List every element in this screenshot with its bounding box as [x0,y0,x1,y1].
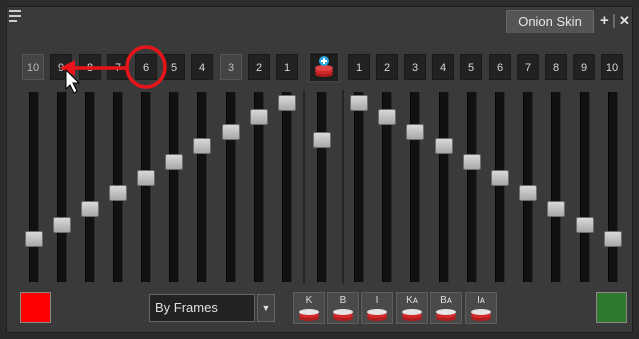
previous-opacity-slider-7-knob[interactable] [193,138,211,155]
onion-layers-icon [333,309,353,321]
slider-divider-left [303,90,305,284]
next-opacity-slider-5-knob[interactable] [463,154,481,171]
onion-skin-tab[interactable]: Onion Skin [506,10,594,33]
current-opacity-slider-knob[interactable] [313,131,331,148]
next-frame-button[interactable]: 1 [348,54,370,80]
next-frame-button[interactable]: 5 [460,54,482,80]
next-opacity-slider-1-knob[interactable] [350,95,368,111]
next-opacity-slider-7-knob[interactable] [519,184,537,201]
current-opacity-slider-track[interactable] [317,92,327,282]
next-opacity-slider-4-knob[interactable] [435,138,453,155]
previous-opacity-slider-5-knob[interactable] [137,170,155,187]
next-opacity-slider-8-knob[interactable] [547,200,565,217]
onion-layers-icon [436,309,456,321]
onion-mode-dropdown[interactable]: By Frames [149,294,255,322]
next-opacity-slider-3-knob[interactable] [406,123,424,140]
next-frame-button[interactable]: 3 [404,54,426,80]
next-frame-button[interactable]: 6 [489,54,511,80]
current-frame-onion-button[interactable] [309,52,339,82]
onion-type-button[interactable]: Kᴀ [396,292,428,324]
onion-type-button[interactable]: Bᴀ [430,292,462,324]
next-frame-button[interactable]: 7 [517,54,539,80]
next-opacity-slider-9-track[interactable] [580,92,590,282]
previous-opacity-slider-3-knob[interactable] [81,200,99,217]
previous-frame-button[interactable]: 1 [276,54,298,80]
previous-opacity-slider-7-track[interactable] [197,92,207,282]
previous-frames-color-swatch[interactable] [20,292,51,323]
previous-opacity-slider-8-track[interactable] [226,92,236,282]
next-opacity-slider-6-track[interactable] [495,92,505,282]
chevron-down-icon[interactable]: ▼ [257,294,275,322]
onion-layers-icon [367,309,387,321]
previous-frame-button[interactable]: 2 [248,54,270,80]
previous-frame-button[interactable]: 6 [135,54,157,80]
previous-frame-button[interactable]: 4 [191,54,213,80]
next-frame-button[interactable]: 9 [573,54,595,80]
next-opacity-slider-3-track[interactable] [410,92,420,282]
previous-frame-button[interactable]: 10 [22,54,44,80]
previous-opacity-slider-5-track[interactable] [141,92,151,282]
previous-opacity-slider-6-knob[interactable] [165,154,183,171]
next-opacity-slider-10-track[interactable] [608,92,618,282]
next-opacity-slider-9-knob[interactable] [576,216,594,233]
onion-layers-icon [471,309,491,321]
previous-opacity-slider-8-knob[interactable] [222,123,240,140]
previous-frame-button[interactable]: 9 [50,54,72,80]
onion-layers-icon [402,309,422,321]
next-opacity-slider-10-knob[interactable] [604,231,622,247]
previous-frame-button[interactable]: 3 [220,54,242,80]
next-opacity-slider-4-track[interactable] [439,92,449,282]
onion-layers-icon [299,309,319,321]
slider-divider-right [342,90,344,284]
onion-type-button[interactable]: B [327,292,359,324]
previous-frame-button[interactable]: 8 [79,54,101,80]
previous-frame-button[interactable]: 7 [107,54,129,80]
onion-layers-icon [315,56,333,77]
next-opacity-slider-2-knob[interactable] [378,109,396,126]
previous-opacity-slider-2-knob[interactable] [53,216,71,233]
previous-opacity-slider-1-knob[interactable] [25,231,43,247]
previous-opacity-slider-2-track[interactable] [57,92,67,282]
previous-opacity-slider-10-knob[interactable] [278,95,296,111]
next-opacity-slider-8-track[interactable] [551,92,561,282]
next-frame-button[interactable]: 10 [601,54,623,80]
previous-frame-button[interactable]: 5 [163,54,185,80]
next-opacity-slider-1-track[interactable] [354,92,364,282]
previous-opacity-slider-3-track[interactable] [85,92,95,282]
previous-opacity-slider-4-knob[interactable] [109,184,127,201]
next-frame-button[interactable]: 2 [376,54,398,80]
tab-separator: | [612,12,616,29]
next-opacity-slider-6-knob[interactable] [491,170,509,187]
previous-opacity-slider-10-track[interactable] [282,92,292,282]
close-view-icon[interactable]: ✕ [619,13,630,29]
next-frame-button[interactable]: 4 [432,54,454,80]
previous-opacity-slider-9-knob[interactable] [250,109,268,126]
panel-menu-icon[interactable] [9,10,23,24]
next-frame-button[interactable]: 8 [545,54,567,80]
next-opacity-slider-5-track[interactable] [467,92,477,282]
previous-opacity-slider-6-track[interactable] [169,92,179,282]
onion-type-button[interactable]: Iᴀ [465,292,497,324]
onion-type-button[interactable]: I [361,292,393,324]
add-view-icon[interactable]: + [600,12,609,29]
onion-type-button[interactable]: K [293,292,325,324]
previous-opacity-slider-1-track[interactable] [29,92,39,282]
next-frames-color-swatch[interactable] [596,292,627,323]
